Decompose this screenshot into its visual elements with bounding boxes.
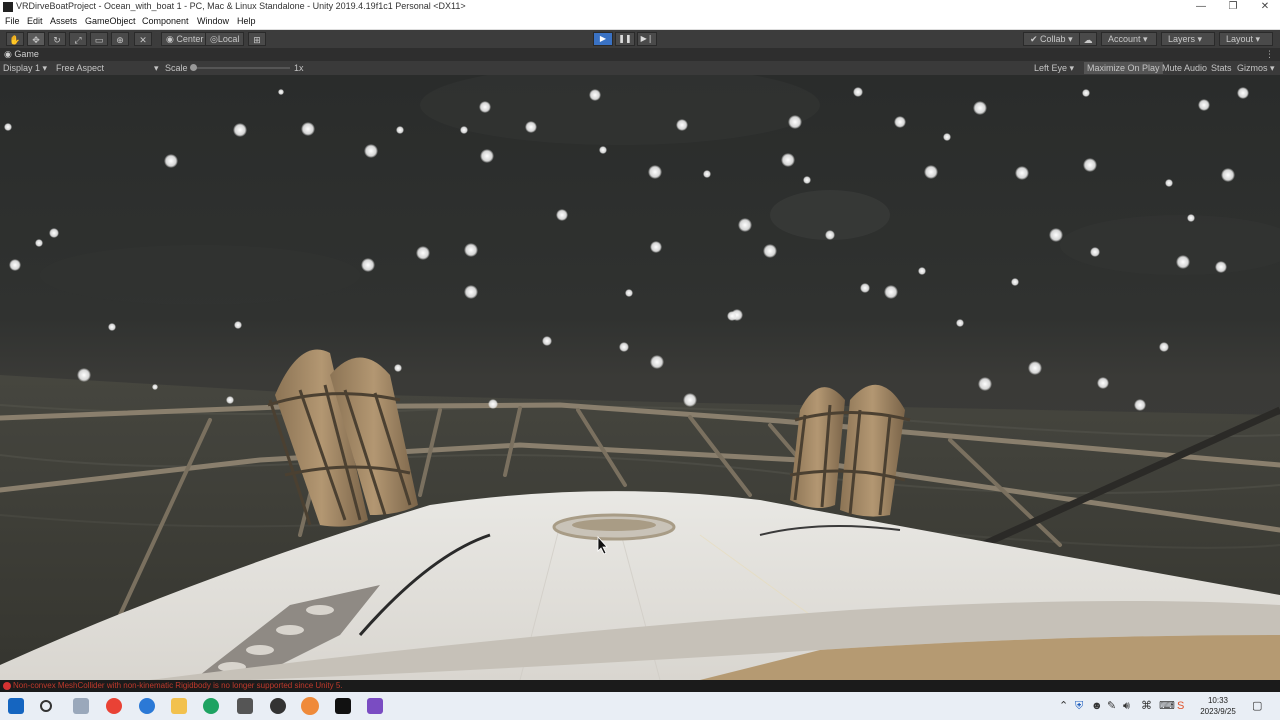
account-dropdown[interactable]: Account ▾ <box>1101 32 1157 46</box>
layers-dropdown[interactable]: Layers ▾ <box>1161 32 1215 46</box>
step-icon: ▶❘ <box>640 34 654 43</box>
hand-tool-icon[interactable]: ✋ <box>6 32 24 46</box>
collab-dropdown[interactable]: ✔ Collab ▾ <box>1023 32 1080 46</box>
wechat-icon[interactable] <box>203 698 219 714</box>
tab-game[interactable]: ◉ Game <box>4 48 39 61</box>
menu-window[interactable]: Window <box>197 16 229 26</box>
menu-assets[interactable]: Assets <box>50 16 77 26</box>
layers-label: Layers <box>1168 34 1196 44</box>
mute-audio-toggle[interactable]: Mute Audio <box>1162 62 1207 74</box>
pen-icon[interactable]: ✎ <box>1107 699 1116 713</box>
menu-edit[interactable]: Edit <box>27 16 43 26</box>
main-toolbar: ✋ ✥ ↻ ⤢ ▭ ⊕ ✕ ◉ Center ◎Local ⊞ ▶ ❚❚ ▶❘ … <box>0 30 1280 48</box>
clock-time: 10:33 <box>1207 696 1229 705</box>
collab-label: Collab <box>1040 34 1066 44</box>
play-icon: ▶ <box>599 34 607 43</box>
ime-icon[interactable]: S <box>1177 699 1184 713</box>
menu-help[interactable]: Help <box>237 16 256 26</box>
pivot-local-label: Local <box>217 34 240 44</box>
scale-tool-icon[interactable]: ⤢ <box>69 32 87 46</box>
task-view-icon[interactable] <box>73 698 89 714</box>
tray-app-icon[interactable]: ☻ <box>1091 699 1103 713</box>
error-icon <box>3 682 11 690</box>
unity-hub-icon[interactable] <box>237 698 253 714</box>
gizmos-label: Gizmos <box>1237 63 1268 73</box>
chrome-icon[interactable] <box>106 698 122 714</box>
tab-menu-icon[interactable]: ⋮ <box>1265 48 1274 61</box>
account-label: Account <box>1108 34 1141 44</box>
system-clock[interactable]: 10:33 2023/9/25 <box>1196 695 1240 717</box>
step-button[interactable]: ▶❘ <box>637 32 657 46</box>
transform-tool-icon[interactable]: ⊕ <box>111 32 129 46</box>
gizmos-dropdown[interactable]: Gizmos ▾ <box>1237 62 1275 74</box>
edge-icon[interactable] <box>139 698 155 714</box>
layout-dropdown[interactable]: Layout ▾ <box>1219 32 1273 46</box>
move-tool-icon[interactable]: ✥ <box>27 32 45 46</box>
display-dropdown[interactable]: Display 1 ▾ <box>3 62 47 74</box>
boat-scene <box>0 75 1280 680</box>
pivot-local-button[interactable]: ◎Local <box>205 32 245 46</box>
console-message: Non-convex MeshCollider with non-kinemat… <box>13 681 343 690</box>
game-viewport[interactable] <box>0 75 1280 680</box>
game-tab-label: Game <box>14 49 39 59</box>
chevron-up-icon[interactable]: ⌃ <box>1059 699 1068 713</box>
custom-tool-icon[interactable]: ✕ <box>134 32 152 46</box>
menu-bar: File Edit Assets GameObject Component Wi… <box>0 14 1280 30</box>
window-title: VRDirveBoatProject - Ocean_with_boat 1 -… <box>16 1 466 11</box>
scale-label: Scale <box>165 63 188 73</box>
game-view-toolbar: Display 1 ▾ Free Aspect ▾ Scale 1x Left E… <box>0 61 1280 75</box>
scale-value: 1x <box>294 63 304 73</box>
pause-icon: ❚❚ <box>618 34 632 43</box>
scale-slider-track[interactable] <box>194 67 290 69</box>
network-icon[interactable]: ⌘ <box>1141 699 1152 713</box>
search-icon[interactable] <box>40 700 52 712</box>
eye-label: Left Eye <box>1034 63 1068 73</box>
fender-right <box>789 384 911 517</box>
windows-taskbar: ⌃ ⛨ ☻ ✎ 🔊︎ ⌘ ⌨ S 10:33 2023/9/25 ▢ <box>0 692 1280 720</box>
close-button[interactable]: ✕ <box>1250 0 1280 14</box>
pause-button[interactable]: ❚❚ <box>615 32 635 46</box>
pivot-center-button[interactable]: ◉ Center <box>161 32 209 46</box>
play-button[interactable]: ▶ <box>593 32 613 46</box>
minimize-button[interactable]: — <box>1186 0 1216 14</box>
game-tab-strip: ◉ Game ⋮ <box>0 48 1280 61</box>
notification-icon[interactable]: ▢ <box>1252 699 1262 713</box>
maximize-on-play-toggle[interactable]: Maximize On Play <box>1084 62 1163 74</box>
shield-icon[interactable]: ⛨ <box>1075 699 1083 713</box>
scale-slider-handle[interactable] <box>190 64 197 71</box>
cloud-icon[interactable]: ☁ <box>1079 32 1097 46</box>
grid-snap-icon[interactable]: ⊞ <box>248 32 266 46</box>
unity-editor-icon[interactable] <box>335 698 351 714</box>
display-label: Display 1 <box>3 63 41 73</box>
title-bar: VRDirveBoatProject - Ocean_with_boat 1 -… <box>0 0 1280 14</box>
menu-component[interactable]: Component <box>142 16 189 26</box>
console-status-bar[interactable]: Non-convex MeshCollider with non-kinemat… <box>0 680 1280 692</box>
visual-studio-icon[interactable] <box>367 698 383 714</box>
stats-toggle[interactable]: Stats <box>1211 62 1232 74</box>
rotate-tool-icon[interactable]: ↻ <box>48 32 66 46</box>
unity-icon[interactable] <box>270 698 286 714</box>
eye-dropdown[interactable]: Left Eye ▾ <box>1034 62 1074 74</box>
unity-logo-icon <box>3 2 13 12</box>
menu-file[interactable]: File <box>5 16 20 26</box>
aspect-dropdown[interactable]: Free Aspect ▾ <box>56 62 159 74</box>
maximize-button[interactable]: ❐ <box>1218 0 1248 14</box>
file-explorer-icon[interactable] <box>171 698 187 714</box>
pivot-center-label: Center <box>176 34 204 44</box>
keyboard-icon[interactable]: ⌨ <box>1159 699 1175 713</box>
clock-date: 2023/9/25 <box>1200 707 1236 716</box>
layout-label: Layout <box>1226 34 1254 44</box>
aspect-label: Free Aspect <box>56 63 105 73</box>
rect-tool-icon[interactable]: ▭ <box>90 32 108 46</box>
obs-icon[interactable] <box>301 697 319 715</box>
menu-gameobject[interactable]: GameObject <box>85 16 136 26</box>
volume-icon[interactable]: 🔊︎ <box>1123 699 1130 713</box>
start-icon[interactable] <box>8 698 24 714</box>
